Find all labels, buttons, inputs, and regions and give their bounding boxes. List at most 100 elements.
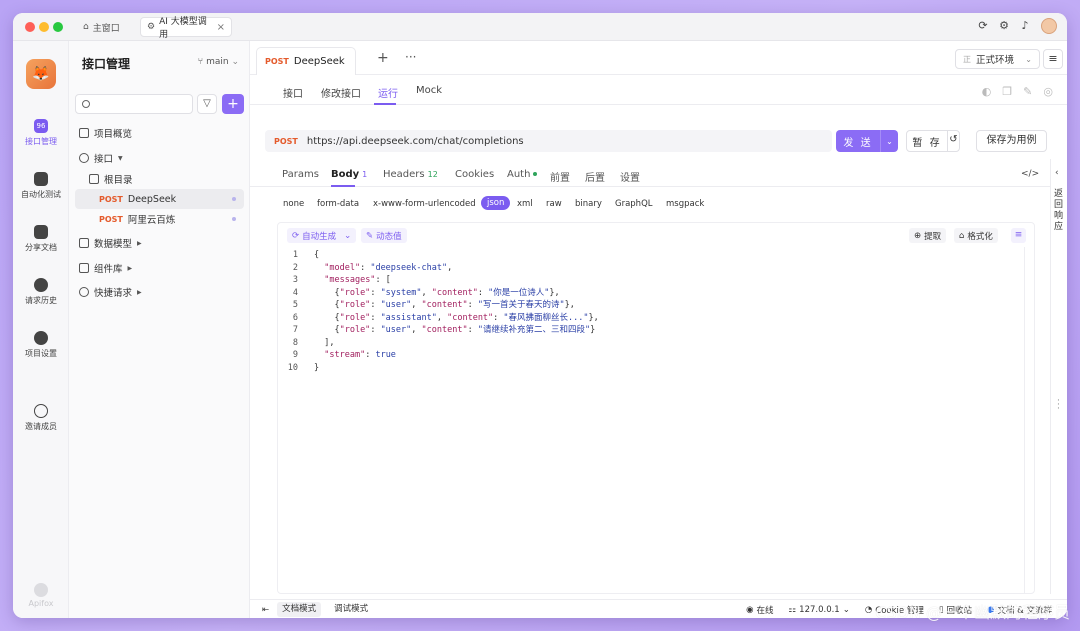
body-type-form-data[interactable]: form-data <box>317 199 359 209</box>
online-status[interactable]: ◉ 在线 <box>746 604 773 616</box>
avatar[interactable] <box>1041 18 1057 34</box>
tab-post[interactable]: 后置 <box>585 169 605 184</box>
code-line[interactable]: 6 {"role": "assistant", "content": "春风拂面… <box>278 312 1023 325</box>
nav-automation[interactable]: 自动化测试 <box>13 172 69 200</box>
nav-invite-members[interactable]: 邀请成员 <box>13 404 69 432</box>
reset-icon[interactable]: ↺ <box>947 130 959 152</box>
nav-history[interactable]: 请求历史 <box>13 278 69 306</box>
code-line[interactable]: 4 {"role": "system", "content": "你是一位诗人"… <box>278 287 1023 300</box>
new-tab-button[interactable]: + <box>377 50 389 66</box>
code-line[interactable]: 10} <box>278 362 1023 375</box>
share-icon[interactable]: ◐ <box>982 85 992 98</box>
copy-icon[interactable]: ❐ <box>1002 85 1012 98</box>
refresh-icon[interactable]: ⟳ <box>978 20 988 31</box>
tree-item-aliyun[interactable]: POST 阿里云百炼 <box>75 209 244 229</box>
bell-icon[interactable]: ♪ <box>1020 20 1030 31</box>
tree-item-root[interactable]: 根目录 <box>75 169 244 189</box>
settings-icon[interactable]: ⚙ <box>999 20 1009 31</box>
settings-icon[interactable]: ◎ <box>1043 85 1053 98</box>
code-line[interactable]: 9 "stream": true <box>278 349 1023 362</box>
doc-mode-button[interactable]: 文档模式 <box>277 602 322 617</box>
body-type-raw[interactable]: raw <box>546 199 562 209</box>
response-panel-label: 返回响应 <box>1054 189 1064 232</box>
branch-selector[interactable]: ⑂ main ⌄ <box>198 57 239 67</box>
send-button[interactable]: 发 送 ⌄ <box>836 130 898 152</box>
body-type-urlencoded[interactable]: x-www-form-urlencoded <box>373 199 476 209</box>
save-case-button[interactable]: 保存为用例 <box>976 130 1047 152</box>
auto-generate-button[interactable]: ⟳ 自动生成 ⌄ <box>287 228 357 243</box>
tree-item-overview[interactable]: 项目概览 <box>75 123 244 143</box>
project-logo-icon[interactable]: 🦊 <box>26 59 56 89</box>
search-input[interactable] <box>75 94 193 114</box>
code-line[interactable]: 7 {"role": "user", "content": "请继续补充第二、三… <box>278 324 1023 337</box>
code-line[interactable]: 2 "model": "deepseek-chat", <box>278 262 1023 275</box>
format-button[interactable]: ⌂ 格式化 <box>954 228 998 243</box>
editor-scrollbar[interactable] <box>1024 247 1025 593</box>
nav-project-settings[interactable]: 项目设置 <box>13 331 69 359</box>
json-editor[interactable]: ⟳ 自动生成 ⌄ ✎ 动态值 ⊕ 提取 ⌂ 格式化 ≡ 1{2 "model":… <box>277 222 1035 594</box>
body-type-json[interactable]: json <box>481 196 511 210</box>
url-input[interactable]: POST https://api.deepseek.com/chat/compl… <box>265 130 832 152</box>
tab-headers[interactable]: Headers 12 <box>383 169 438 180</box>
response-panel-toggle[interactable]: ‹ 返回响应 · · · <box>1050 159 1067 594</box>
tab-auth[interactable]: Auth <box>507 169 538 180</box>
dynamic-value-button[interactable]: ✎ 动态值 <box>361 228 407 243</box>
method-badge: POST <box>99 214 123 224</box>
debug-mode-button[interactable]: 调试模式 <box>329 602 373 617</box>
sort-icon[interactable]: ≡ <box>1011 228 1026 243</box>
close-window-button[interactable] <box>25 22 35 32</box>
nav-share-docs[interactable]: 分享文档 <box>13 225 69 253</box>
environment-select[interactable]: 正 正式环境 ⌄ <box>955 49 1040 69</box>
body-type-binary[interactable]: binary <box>575 199 602 209</box>
save-button[interactable]: 暂 存 ↺ <box>906 130 960 152</box>
plus-icon: + <box>227 96 239 112</box>
tree-item-deepseek[interactable]: POST DeepSeek <box>75 189 244 209</box>
body-type-xml[interactable]: xml <box>517 199 533 209</box>
body-type-msgpack[interactable]: msgpack <box>666 199 704 209</box>
tab-edit-api[interactable]: 修改接口 <box>321 85 361 100</box>
clean-icon[interactable]: ✎ <box>1023 85 1032 98</box>
more-tabs-button[interactable]: ··· <box>405 50 416 64</box>
code-line[interactable]: 5 {"role": "user", "content": "写一首关于春天的诗… <box>278 299 1023 312</box>
tab-ai-model[interactable]: ⚙ AI 大模型调用 × <box>140 17 232 40</box>
filter-button[interactable]: ▽ <box>197 94 217 114</box>
tree-item-quick-request[interactable]: 快捷请求 ▶ <box>75 282 244 302</box>
title-bar: ⌂ 主窗口 ⚙ AI 大模型调用 × ⟳ ⚙ ♪ <box>13 13 1067 41</box>
drag-handle-icon[interactable]: · · · <box>1057 397 1060 414</box>
tab-mock[interactable]: Mock <box>416 85 442 96</box>
tab-home[interactable]: ⌂ 主窗口 <box>83 18 120 36</box>
add-user-icon <box>34 404 48 418</box>
tab-run[interactable]: 运行 <box>378 85 398 100</box>
maximize-window-button[interactable] <box>53 22 63 32</box>
menu-button[interactable]: ≡ <box>1043 49 1063 69</box>
request-tab-deepseek[interactable]: POST DeepSeek <box>256 47 356 75</box>
close-icon[interactable]: × <box>217 22 225 33</box>
tree-item-components[interactable]: 组件库 ▶ <box>75 258 244 278</box>
body-type-none[interactable]: none <box>283 199 304 209</box>
status-dot <box>232 197 236 201</box>
add-button[interactable]: + <box>222 94 244 114</box>
tab-params[interactable]: Params <box>282 169 319 180</box>
nav-api-management[interactable]: 96 接口管理 <box>13 119 69 147</box>
tab-api[interactable]: 接口 <box>283 85 303 100</box>
chevron-down-icon[interactable]: ⌄ <box>881 137 898 146</box>
collapse-sidebar-icon[interactable]: ⇤ <box>262 605 269 615</box>
code-line[interactable]: 1{ <box>278 249 1023 262</box>
chevron-down-icon: ⌄ <box>1025 54 1032 64</box>
code-line[interactable]: 8 ], <box>278 337 1023 350</box>
code-icon[interactable]: </> <box>1021 169 1039 179</box>
minimize-window-button[interactable] <box>39 22 49 32</box>
code-line[interactable]: 3 "messages": [ <box>278 274 1023 287</box>
code-area[interactable]: 1{2 "model": "deepseek-chat", 3 "messages… <box>278 249 1023 374</box>
extract-button[interactable]: ⊕ 提取 <box>909 228 947 243</box>
body-type-graphql[interactable]: GraphQL <box>615 199 653 209</box>
tab-cookies[interactable]: Cookies <box>455 169 494 180</box>
tab-body[interactable]: Body 1 <box>331 169 367 180</box>
tree-item-data-model[interactable]: 数据模型 ▶ <box>75 233 244 253</box>
body-count-badge: 1 <box>362 170 368 179</box>
tree-item-api[interactable]: 接口 ▼ <box>75 148 244 168</box>
tab-settings[interactable]: 设置 <box>620 169 640 184</box>
gear-icon <box>34 331 48 345</box>
host-selector[interactable]: ⚏ 127.0.0.1 ⌄ <box>789 604 850 616</box>
tab-pre[interactable]: 前置 <box>550 169 570 184</box>
